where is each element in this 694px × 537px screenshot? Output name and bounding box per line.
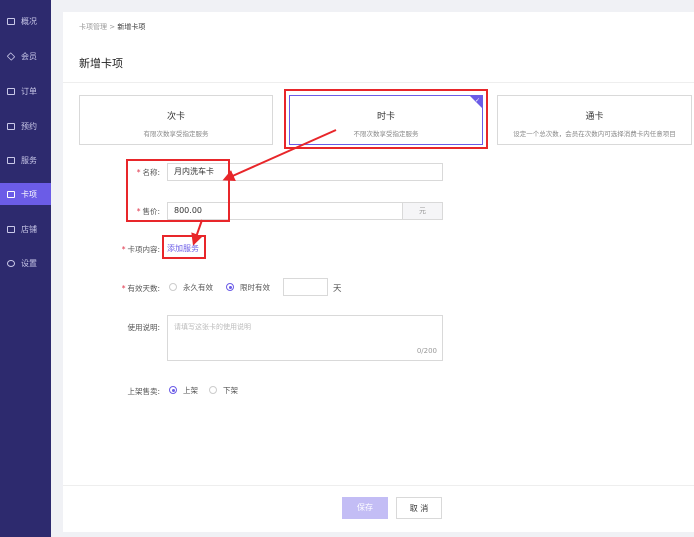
annotation-arrows: [191, 129, 337, 246]
arrow-to-add-service: [191, 219, 203, 246]
arrow-to-name-price: [222, 129, 337, 182]
